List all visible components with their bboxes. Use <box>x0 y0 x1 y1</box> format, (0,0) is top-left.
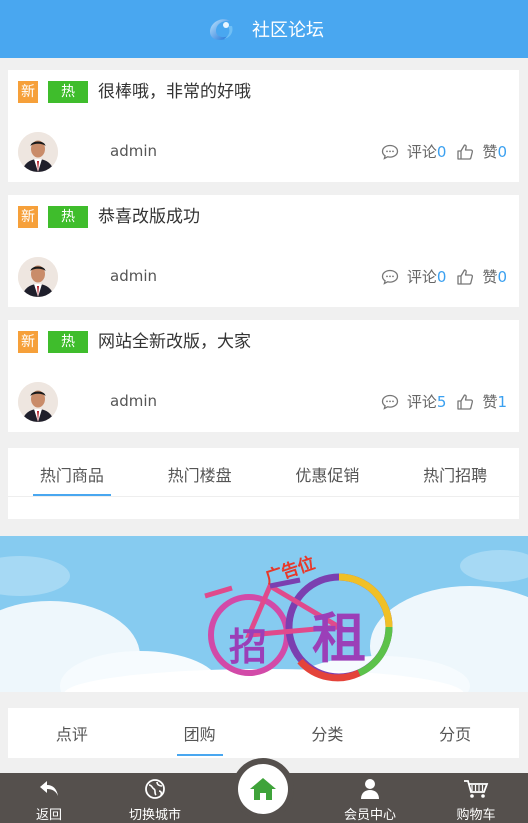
avatar[interactable] <box>18 257 58 297</box>
swirl-logo-icon <box>210 19 233 40</box>
tab-hot-properties[interactable]: 热门楼盘 <box>136 448 264 496</box>
tab-pagination[interactable]: 分页 <box>391 708 519 758</box>
nav-cart-label: 购物车 <box>456 808 496 823</box>
post-title[interactable]: 恭喜改版成功 <box>98 205 200 229</box>
tab-label: 热门楼盘 <box>167 466 232 485</box>
tab-reviews[interactable]: 点评 <box>8 708 136 758</box>
like-count: 0 <box>497 267 507 286</box>
comment-icon[interactable] <box>381 144 399 160</box>
avatar-image <box>18 257 58 297</box>
thumbs-up-icon[interactable] <box>456 268 474 286</box>
category-tab-bar: 热门商品 热门楼盘 优惠促销 热门招聘 <box>8 448 519 519</box>
like-label[interactable]: 赞 <box>482 266 497 287</box>
banner-char-left: 招 <box>229 625 268 669</box>
avatar[interactable] <box>18 132 58 172</box>
tab-label: 点评 <box>55 725 88 744</box>
comment-icon[interactable] <box>381 394 399 410</box>
thumbs-up-icon[interactable] <box>456 143 474 161</box>
comment-label[interactable]: 评论 <box>407 266 437 287</box>
home-button-inner <box>238 764 288 814</box>
like-count: 1 <box>497 392 507 411</box>
globe-icon <box>145 779 165 799</box>
comment-count: 5 <box>436 392 447 411</box>
tab-label: 分页 <box>439 725 472 744</box>
tab-label: 优惠促销 <box>295 466 360 485</box>
tag-hot-badge: 热 <box>48 81 88 103</box>
ad-banner[interactable]: 广告位 招 租 <box>0 536 528 692</box>
nav-member-center[interactable]: 会员中心 <box>330 777 410 823</box>
tab-group-buy[interactable]: 团购 <box>136 708 264 758</box>
comment-icon[interactable] <box>381 269 399 285</box>
avatar-image <box>18 382 58 422</box>
user-icon <box>361 779 379 799</box>
page-title: 社区论坛 <box>252 20 324 41</box>
tab-divider <box>8 496 519 497</box>
author-name[interactable]: admin <box>110 267 157 285</box>
nav-cart[interactable]: 购物车 <box>436 777 516 823</box>
post-card[interactable]: 新 热 网站全新改版，大家 admin 评论 5 赞1 <box>8 320 519 432</box>
tag-hot-badge: 热 <box>48 331 88 353</box>
nav-switch-city-label: 切换城市 <box>128 808 181 823</box>
post-card[interactable]: 新 热 很棒哦，非常的好哦 admin 评论 0 赞0 <box>8 70 519 182</box>
tab-label: 分类 <box>311 725 344 744</box>
post-card[interactable]: 新 热 恭喜改版成功 admin 评论 0 赞0 <box>8 195 519 307</box>
banner-char-right: 租 <box>312 607 366 670</box>
cart-icon <box>464 780 489 798</box>
like-label[interactable]: 赞 <box>482 391 497 412</box>
post-meta: 评论 0 赞0 <box>381 266 507 287</box>
comment-count: 0 <box>436 142 447 161</box>
avatar-image <box>18 132 58 172</box>
tab-label: 热门招聘 <box>423 466 488 485</box>
nav-switch-city[interactable]: 切换城市 <box>115 777 195 823</box>
back-arrow-icon <box>40 781 58 796</box>
comment-label[interactable]: 评论 <box>407 141 437 162</box>
tab-label: 团购 <box>183 725 216 744</box>
author-name[interactable]: admin <box>110 142 157 160</box>
tab-hot-jobs[interactable]: 热门招聘 <box>391 448 519 496</box>
tab-label: 热门商品 <box>39 466 104 485</box>
tab-categories[interactable]: 分类 <box>264 708 392 758</box>
post-title[interactable]: 网站全新改版，大家 <box>98 330 251 354</box>
nav-member-center-label: 会员中心 <box>343 808 396 823</box>
tag-new-badge: 新 <box>18 81 38 103</box>
like-label[interactable]: 赞 <box>482 141 497 162</box>
header-bar: 社区论坛 <box>0 0 528 58</box>
home-icon <box>250 778 276 800</box>
nav-back-label: 返回 <box>35 808 62 823</box>
like-count: 0 <box>497 142 507 161</box>
tab-hot-products[interactable]: 热门商品 <box>8 448 136 496</box>
author-name[interactable]: admin <box>110 392 157 410</box>
section-tab-bar: 点评 团购 分类 分页 <box>8 708 519 758</box>
tag-new-badge: 新 <box>18 206 38 228</box>
post-meta: 评论 0 赞0 <box>381 141 507 162</box>
avatar[interactable] <box>18 382 58 422</box>
comment-label[interactable]: 评论 <box>407 391 437 412</box>
post-title[interactable]: 很棒哦，非常的好哦 <box>98 80 251 104</box>
thumbs-up-icon[interactable] <box>456 393 474 411</box>
post-meta: 评论 5 赞1 <box>381 391 507 412</box>
home-button[interactable] <box>232 758 294 820</box>
tab-promotions[interactable]: 优惠促销 <box>264 448 392 496</box>
tag-new-badge: 新 <box>18 331 38 353</box>
tag-hot-badge: 热 <box>48 206 88 228</box>
nav-back[interactable]: 返回 <box>9 777 89 823</box>
comment-count: 0 <box>436 267 447 286</box>
